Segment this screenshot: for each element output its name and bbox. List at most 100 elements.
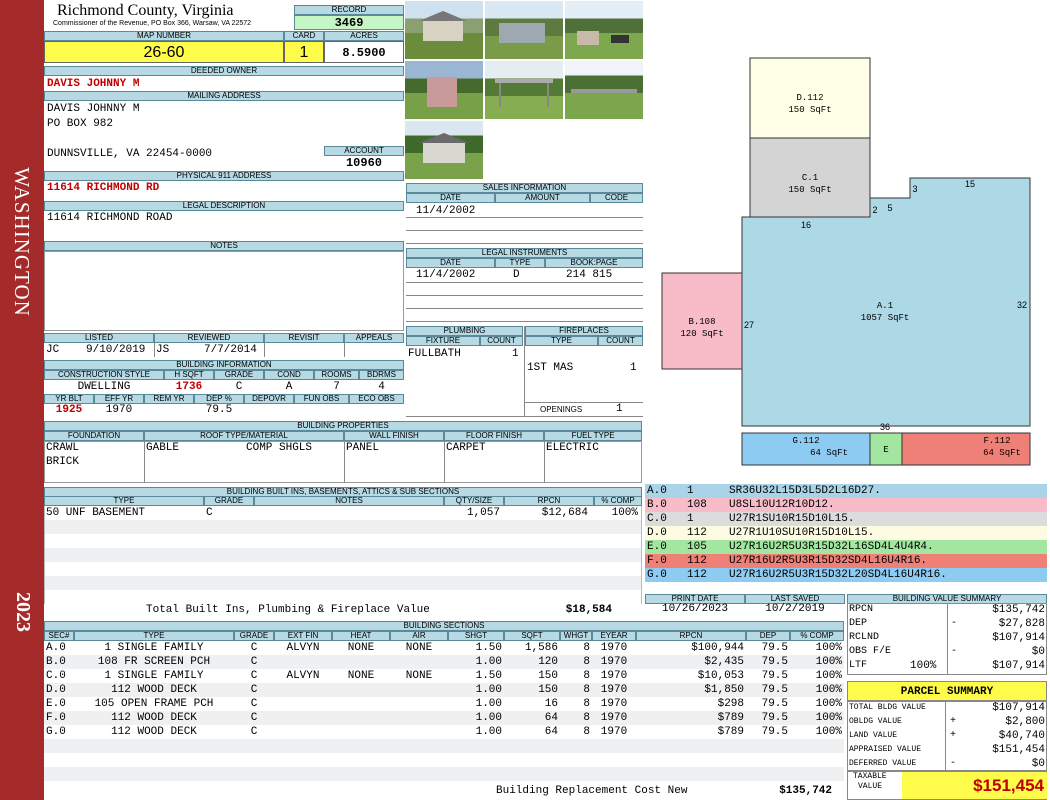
sales-col-date: DATE [406,193,495,203]
reviewed-date: 7/7/2014 [204,344,257,356]
listed-header: LISTED [44,333,154,343]
sidebar-band [0,0,44,800]
instr-col-date: DATE [406,258,495,268]
sketch-label-b: B.108 [688,317,715,327]
sections-cell: 1970 [600,698,628,710]
col-cond: COND [264,370,314,380]
property-photo-4[interactable] [405,61,483,119]
sketch-code-path: U27R16U2R5U3R15D32L20SD4L16U4R16. [729,569,947,581]
acres-value: 8.5900 [324,41,404,63]
vs-ltf: $107,914 [992,660,1045,672]
mailing-line-2: PO BOX 982 [47,118,114,130]
property-photo-6[interactable] [565,61,643,119]
fuel-type: ELECTRIC [546,442,599,454]
sections-cell: 1.00 [475,712,502,724]
prop-col-floor: FLOOR FINISH [444,431,544,441]
sketch-code-num: 112 [687,569,707,581]
foundation-2: BRICK [46,456,80,468]
instrument-bookpage: 214 815 [566,269,613,281]
building-info-header: BUILDING INFORMATION [44,360,404,370]
deeded-owner-header: DEEDED OWNER [44,66,404,76]
bi-col-qty: QTY/SIZE [444,496,504,506]
print-date: 10/26/2023 [661,603,728,615]
sections-cell: $789 [717,712,744,724]
grade-value: C [235,381,243,393]
parcel-summary-title: PARCEL SUMMARY [847,681,1047,701]
sections-cell: 100% [815,726,842,738]
sections-cell: 112 WOOD DECK [111,726,197,738]
sections-cell: 1 SINGLE FAMILY [104,670,204,682]
sections-cell: 1 SINGLE FAMILY [104,642,204,654]
sketch-dim-32: 32 [1017,300,1027,310]
sketch-code-section: F.0 [647,555,667,567]
sketch-label-c: C.1 [802,173,818,183]
sketch-code-section: A.0 [647,485,667,497]
sections-cell: 8 [583,712,590,724]
vs-rclnd-label: RCLND [849,632,880,643]
sections-col-header: EYEAR [592,631,636,641]
sections-cell: 1970 [600,656,628,668]
card-header: CARD [284,31,324,41]
sketch-dim-3: 3 [912,184,917,194]
sketch-label-a: A.1 [877,301,893,311]
sketch-code-num: 112 [687,555,707,567]
builtin-grade: C [206,507,213,519]
sketch-area-f: 64 SqFt [983,448,1021,458]
sketch-label-f: F.112 [983,436,1010,446]
builtins-total: $18,584 [565,604,612,616]
sales-col-amount: AMOUNT [495,193,590,203]
vs-obs-label: OBS F/E [849,646,892,657]
construction-style: DWELLING [77,381,131,393]
listed-by: JC [46,344,60,356]
sketch-code-num: 1 [687,485,694,497]
sketch-code-path: SR36U32L15D3L5D2L16D27. [729,485,881,497]
building-properties-header: BUILDING PROPERTIES [44,421,642,431]
sections-cell: 8 [583,684,590,696]
sections-cell: 79.5 [761,642,788,654]
sections-cell: F.0 [46,712,66,724]
sections-cell: $2,435 [704,656,744,668]
mailing-address-header: MAILING ADDRESS [44,91,404,101]
sketch-code-list: A.0 1 SR36U32L15D3L5D2L16D27. B.0 108 U8SL10U… [645,484,1047,589]
sketch-code-section: D.0 [647,527,667,539]
sections-cell: 79.5 [761,670,788,682]
physical-address: 11614 RICHMOND RD [47,182,160,194]
sketch-code-row: C.0 1 U27R1SU10R15D10L15. [645,512,1047,526]
sections-col-header: AIR [390,631,448,641]
taxable-label-2: VALUE [858,782,883,791]
sketch-code-num: 108 [687,499,707,511]
ps-obldg-label: OBLDG VALUE [849,717,902,726]
sections-cell: 100% [815,712,842,724]
builtins-total-label: Total Built Ins, Plumbing & Fireplace Va… [146,604,430,616]
sections-cell: NONE [405,670,433,682]
sections-col-header: DEP [746,631,790,641]
ps-deferred-label: DEFERRED VALUE [849,759,917,768]
sections-cell: 16 [544,698,558,710]
bi-col-notes: NOTES [254,496,444,506]
legal-description: 11614 RICHMOND ROAD [47,212,173,224]
bi-col-type: TYPE [44,496,204,506]
property-photo-1[interactable] [405,1,483,59]
col-grade: GRADE [214,370,264,380]
sketch-code-row: E.0 105 U27R16U2R5U3R15D32L16SD4L4U4R4. [645,540,1047,554]
account-header: ACCOUNT [324,146,404,156]
sketch-code-row: F.0 112 U27R16U2R5U3R15D32SD4L16U4R16. [645,554,1047,568]
sections-cell: 1.00 [475,684,502,696]
reviewed-by: JS [156,344,170,356]
property-photo-2[interactable] [485,1,563,59]
property-photo-7[interactable] [405,121,483,179]
prop-col-fuel: FUEL TYPE [544,431,642,441]
ps-bldg: $107,914 [992,702,1045,714]
property-photo-3[interactable] [565,1,643,59]
prop-col-roof: ROOF TYPE/MATERIAL [144,431,344,441]
property-photo-5[interactable] [485,61,563,119]
building-sections-header: BUILDING SECTIONS [44,621,844,631]
vs-dep: $27,828 [998,618,1045,630]
sections-cell: 1.00 [475,726,502,738]
col-effyr: EFF YR [94,394,144,404]
sections-cell: 108 FR SCREEN PCH [97,656,211,668]
sections-cell: C [250,712,258,724]
sections-cell: 79.5 [761,656,788,668]
sketch-code-section: G.0 [647,569,667,581]
fireplace-count: 1 [630,362,637,374]
